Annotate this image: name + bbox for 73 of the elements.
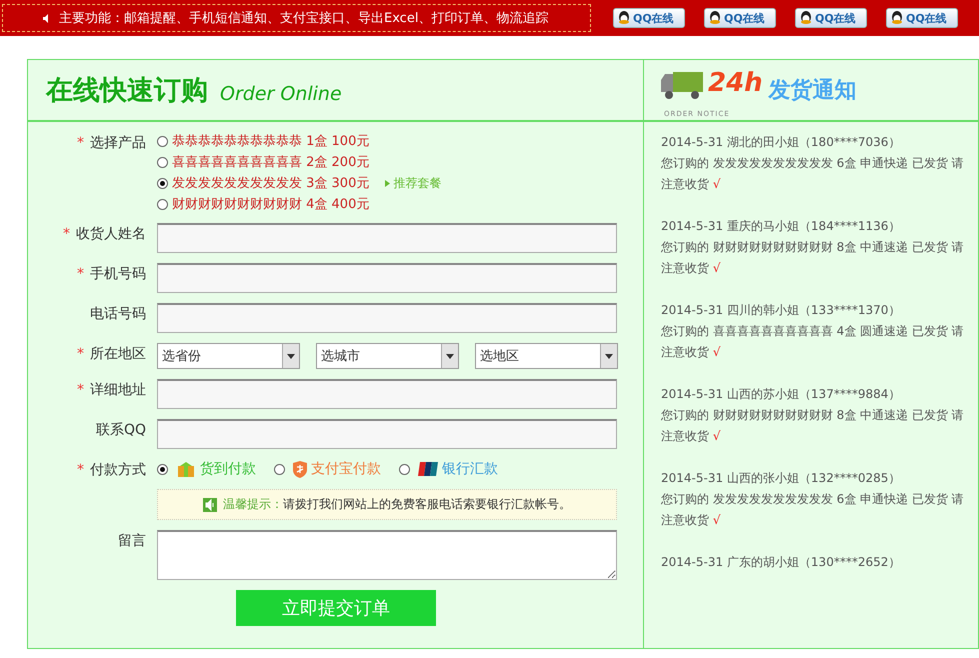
required-mark: * [63, 226, 70, 242]
radio-button[interactable] [157, 464, 168, 474]
notice-header: 2014-5-31 重庆的马小姐（184****1136） [661, 218, 902, 235]
field-label: 电话号码 [90, 306, 146, 322]
product-option: 财财财财财财财财财财 4盒 400元 [172, 195, 370, 213]
logo-24h: 24h [708, 68, 763, 98]
order-subtitle: Order Online [220, 83, 342, 105]
radio-button[interactable] [274, 464, 285, 474]
notice-text: 您订购的 发发发发发发发发发发 6盒 申通快递 已发货 请注意收货 √ [661, 155, 965, 193]
radio-button[interactable] [157, 156, 168, 168]
order-title: 在线快速订购 [46, 74, 208, 108]
required-mark: * [77, 135, 84, 151]
field-label: 手机号码 [90, 266, 146, 282]
penguin-icon [708, 11, 722, 25]
input-field[interactable] [157, 263, 617, 293]
notice-text: 您订购的 喜喜喜喜喜喜喜喜喜喜 4盒 圆通速递 已发货 请注意收货 √ [661, 323, 965, 361]
notice-header: 2014-5-31 湖北的田小姐（180****7036） [661, 134, 902, 151]
shield-icon [293, 460, 307, 478]
field-label: 选择产品 [90, 135, 146, 151]
notice-text: 您订购的 发发发发发发发发发发 6盒 申通快递 已发货 请注意收货 √ [661, 491, 965, 529]
feature-text: 主要功能：邮箱提醒、手机短信通知、支付宝接口、导出Excel、打印订单、物流追踪 [59, 10, 548, 27]
package-icon [176, 461, 196, 477]
payment-option: 支付宝付款 [311, 460, 381, 478]
radio-button[interactable] [157, 136, 168, 146]
radio-button[interactable] [399, 464, 410, 474]
penguin-icon [890, 11, 904, 25]
tip-text: 温馨提示：请拨打我们网站上的免费客服电话索要银行汇款帐号。 [223, 496, 571, 513]
dropdown[interactable]: 选地区 [475, 343, 618, 369]
message-field[interactable] [157, 530, 617, 580]
qq-online-button[interactable]: QQ在线 [795, 8, 867, 28]
bank-card-icon [418, 462, 438, 476]
input-field[interactable] [157, 223, 617, 253]
penguin-icon [799, 11, 813, 25]
dropdown[interactable]: 选城市 [316, 343, 459, 369]
field-label: 联系QQ [96, 422, 146, 438]
notice-header: 2014-5-31 山西的苏小姐（137****9884） [661, 386, 902, 403]
qq-online-button[interactable]: QQ在线 [886, 8, 958, 28]
notice-header: 2014-5-31 四川的韩小姐（133****1370） [661, 302, 902, 319]
input-field[interactable] [157, 303, 617, 333]
product-option: 恭恭恭恭恭恭恭恭恭恭 1盒 100元 [172, 132, 370, 150]
recommend-tag: 推荐套餐 [385, 174, 442, 192]
caret-icon [287, 354, 295, 358]
qq-online-button[interactable]: QQ在线 [613, 8, 685, 28]
notice-text: 您订购的 财财财财财财财财财财 8盒 中通速递 已发货 请注意收货 √ [661, 239, 965, 277]
payment-option: 货到付款 [200, 460, 256, 478]
radio-button[interactable] [157, 198, 168, 210]
speaker-icon [43, 14, 51, 22]
product-option: 喜喜喜喜喜喜喜喜喜喜 2盒 200元 [172, 153, 370, 171]
qq-online-button[interactable]: QQ在线 [704, 8, 776, 28]
radio-button[interactable] [157, 178, 168, 188]
required-mark: * [77, 462, 84, 478]
payment-option: 银行汇款 [442, 460, 498, 478]
notice-title: 发货通知 [768, 76, 857, 105]
input-field[interactable] [157, 419, 617, 449]
notice-header: 2014-5-31 山西的张小姐（132****0285） [661, 470, 902, 487]
speaker-icon [203, 498, 217, 512]
required-mark: * [77, 346, 84, 362]
field-label: 详细地址 [90, 382, 146, 398]
field-label: 付款方式 [90, 462, 146, 478]
triangle-icon [385, 180, 390, 186]
input-field[interactable] [157, 379, 617, 409]
product-option: 发发发发发发发发发发 3盒 300元 [172, 174, 370, 192]
field-label: 所在地区 [90, 346, 146, 362]
notice-text: 您订购的 财财财财财财财财财财 8盒 中通速递 已发货 请注意收货 √ [661, 407, 965, 445]
caret-icon [605, 354, 613, 358]
dropdown[interactable]: 选省份 [157, 343, 300, 369]
field-label: 收货人姓名 [76, 226, 146, 242]
caret-icon [446, 354, 454, 358]
penguin-icon [617, 11, 631, 25]
required-mark: * [77, 266, 84, 282]
field-label: 留言 [118, 533, 146, 549]
required-mark: * [77, 382, 84, 398]
notice-header: 2014-5-31 广东的胡小姐（130****2652） [661, 554, 902, 571]
